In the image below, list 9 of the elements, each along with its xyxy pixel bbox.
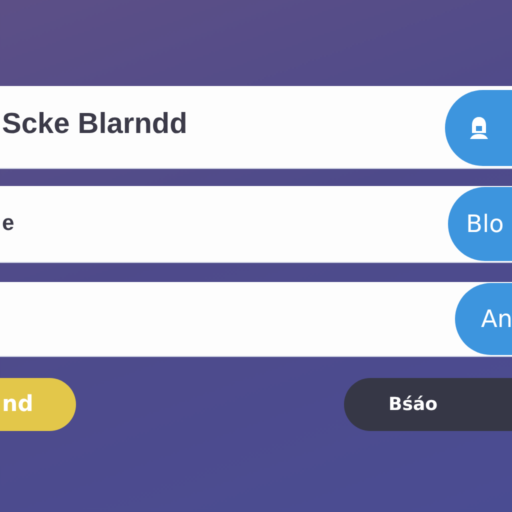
field-value: e [2,210,14,236]
secondary-button[interactable]: Bśáo [344,378,512,431]
input-field[interactable]: An [0,282,512,356]
primary-button[interactable]: nd [0,378,76,431]
action-button[interactable]: Blo [448,187,512,261]
field-value: Scke Blarndd [2,108,188,140]
input-field[interactable]: e Blo [0,186,512,262]
action-button[interactable]: An [455,283,512,355]
input-field[interactable]: Scke Blarndd [0,86,512,168]
